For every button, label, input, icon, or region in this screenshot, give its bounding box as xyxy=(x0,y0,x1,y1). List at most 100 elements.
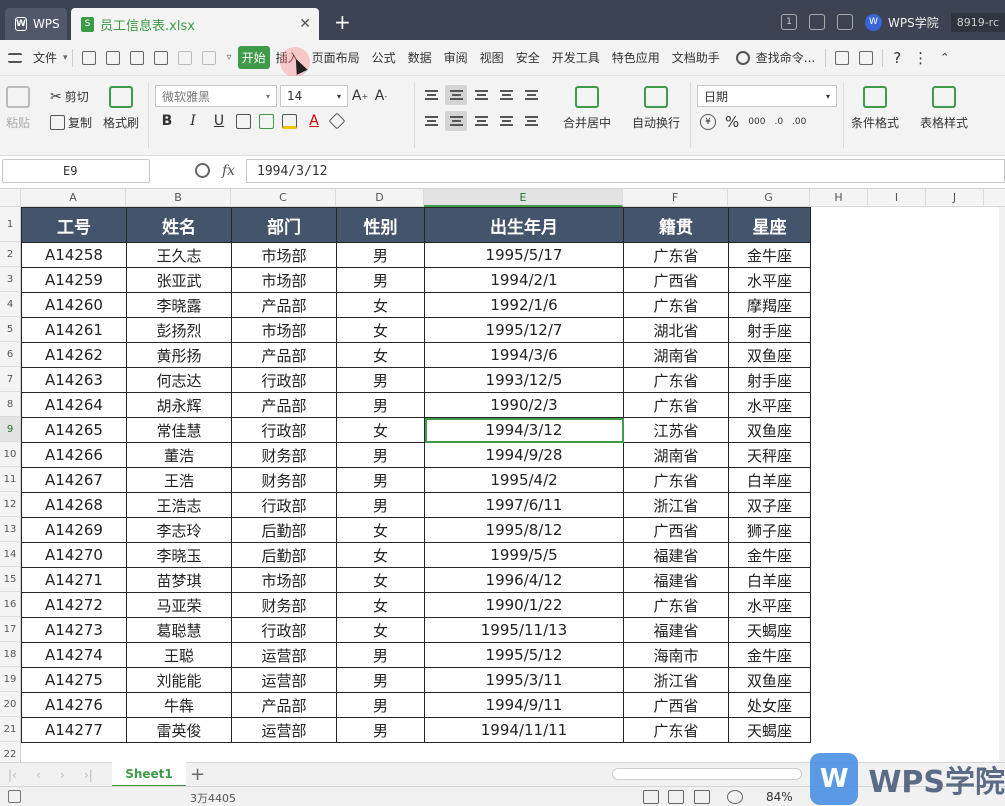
format-painter-button[interactable]: 格式刷 xyxy=(103,86,139,131)
table-cell[interactable]: 1994/11/11 xyxy=(424,717,624,743)
fill-style-icon[interactable] xyxy=(259,113,274,129)
row-header[interactable]: 13 xyxy=(0,517,21,542)
row-header[interactable]: 7 xyxy=(0,367,21,392)
row-header[interactable]: 1 xyxy=(0,207,21,242)
table-cell[interactable]: 1995/5/12 xyxy=(424,642,624,668)
table-cell[interactable]: 王浩志 xyxy=(126,492,232,518)
increase-font-icon[interactable]: A + xyxy=(351,87,369,105)
table-cell[interactable]: 产品部 xyxy=(231,292,337,318)
command-search[interactable]: 查找命令... xyxy=(750,49,821,66)
save-icon[interactable] xyxy=(81,50,96,65)
search-icon[interactable] xyxy=(735,50,750,65)
collapse-icon[interactable]: ⌃ xyxy=(934,51,955,64)
table-cell[interactable]: 产品部 xyxy=(231,392,337,418)
table-cell[interactable]: 常佳慧 xyxy=(126,417,232,443)
justify-icon[interactable] xyxy=(495,111,517,131)
table-cell[interactable]: 男 xyxy=(336,642,425,668)
table-cell[interactable]: 董浩 xyxy=(126,442,232,468)
sheet-tab[interactable]: Sheet1 xyxy=(112,762,186,787)
table-cell[interactable]: 福建省 xyxy=(623,567,729,593)
table-cell[interactable]: 浙江省 xyxy=(623,492,729,518)
table-cell[interactable]: 男 xyxy=(336,267,425,293)
table-cell[interactable]: 行政部 xyxy=(231,417,337,443)
table-cell[interactable]: 市场部 xyxy=(231,267,337,293)
table-cell[interactable]: 1999/5/5 xyxy=(424,542,624,568)
merge-center-button[interactable]: 合并居中 xyxy=(563,86,611,131)
page-break-view-icon[interactable] xyxy=(668,790,684,804)
table-cell[interactable]: A14269 xyxy=(21,517,127,543)
table-cell[interactable]: 广东省 xyxy=(623,292,729,318)
wps-academy-link[interactable]: W WPS学院 xyxy=(864,13,939,31)
wrap-text-button[interactable]: 自动换行 xyxy=(632,86,680,131)
row-header[interactable]: 3 xyxy=(0,267,21,292)
table-header-cell[interactable]: 性别 xyxy=(336,207,425,243)
table-cell[interactable]: 李晓玉 xyxy=(126,542,232,568)
table-cell[interactable]: 彭扬烈 xyxy=(126,317,232,343)
table-cell[interactable]: 行政部 xyxy=(231,617,337,643)
table-cell[interactable]: 广东省 xyxy=(623,467,729,493)
macro-icon[interactable] xyxy=(8,790,21,803)
table-cell[interactable]: 女 xyxy=(336,292,425,318)
column-header-d[interactable]: D xyxy=(336,189,424,207)
align-right-icon[interactable] xyxy=(470,111,492,131)
table-cell[interactable]: A14268 xyxy=(21,492,127,518)
menu-doc-assistant[interactable]: 文档助手 xyxy=(666,49,726,66)
table-cell[interactable]: 男 xyxy=(336,442,425,468)
table-cell[interactable]: 天蝎座 xyxy=(728,717,811,743)
reading-view-icon[interactable] xyxy=(694,790,710,804)
table-cell[interactable]: 女 xyxy=(336,342,425,368)
name-box[interactable]: E9 xyxy=(2,159,150,183)
table-cell[interactable]: 水平座 xyxy=(728,592,811,618)
table-cell[interactable]: 1993/12/5 xyxy=(424,367,624,393)
clear-format-icon[interactable] xyxy=(328,112,346,130)
table-cell[interactable]: 男 xyxy=(336,392,425,418)
table-cell[interactable]: 狮子座 xyxy=(728,517,811,543)
increase-decimal-icon[interactable]: .0 xyxy=(774,117,783,127)
table-cell[interactable]: 1997/6/11 xyxy=(424,492,624,518)
table-cell[interactable]: 1990/1/22 xyxy=(424,592,624,618)
table-cell[interactable]: 女 xyxy=(336,592,425,618)
font-size-select[interactable]: 14 ▾ xyxy=(280,85,348,107)
menu-file[interactable]: 文件 xyxy=(27,49,63,66)
fx-icon[interactable]: fx xyxy=(222,163,235,179)
menu-features[interactable]: 特色应用 xyxy=(606,49,666,66)
row-header[interactable]: 18 xyxy=(0,642,21,667)
formula-input[interactable]: 1994/3/12 xyxy=(246,159,1005,183)
borders-icon[interactable] xyxy=(236,113,251,129)
table-cell[interactable]: 男 xyxy=(336,492,425,518)
table-cell[interactable]: A14276 xyxy=(21,692,127,718)
table-cell[interactable]: 江苏省 xyxy=(623,417,729,443)
table-cell[interactable]: 广东省 xyxy=(623,242,729,268)
table-cell[interactable]: 白羊座 xyxy=(728,467,811,493)
redo-icon[interactable] xyxy=(201,50,216,65)
table-cell[interactable]: 男 xyxy=(336,692,425,718)
skin-icon[interactable] xyxy=(808,14,825,30)
table-cell[interactable]: 财务部 xyxy=(231,592,337,618)
row-header[interactable]: 11 xyxy=(0,467,21,492)
row-header[interactable]: 16 xyxy=(0,592,21,617)
table-cell[interactable]: 1990/2/3 xyxy=(424,392,624,418)
cut-button[interactable]: ✂ 剪切 xyxy=(50,88,89,105)
table-cell[interactable]: 李晓露 xyxy=(126,292,232,318)
table-cell[interactable]: 广东省 xyxy=(623,592,729,618)
table-cell[interactable]: 产品部 xyxy=(231,342,337,368)
close-tab-icon[interactable]: ✕ xyxy=(299,16,311,32)
align-center-icon[interactable] xyxy=(445,111,467,131)
column-header-g[interactable]: G xyxy=(728,189,810,207)
table-cell[interactable]: 1995/3/11 xyxy=(424,667,624,693)
table-cell[interactable]: A14261 xyxy=(21,317,127,343)
table-cell[interactable]: 1995/12/7 xyxy=(424,317,624,343)
table-cell[interactable]: 女 xyxy=(336,567,425,593)
table-cell[interactable]: A14264 xyxy=(21,392,127,418)
row-header[interactable]: 20 xyxy=(0,692,21,717)
row-header[interactable]: 4 xyxy=(0,292,21,317)
table-cell[interactable]: 双鱼座 xyxy=(728,417,811,443)
menu-data[interactable]: 数据 xyxy=(402,49,438,66)
table-cell[interactable]: 女 xyxy=(336,517,425,543)
table-style-button[interactable]: 表格样式 xyxy=(920,86,968,131)
table-cell[interactable]: 射手座 xyxy=(728,317,811,343)
column-header-c[interactable]: C xyxy=(231,189,336,207)
table-header-cell[interactable]: 籍贯 xyxy=(623,207,729,243)
row-header[interactable]: 15 xyxy=(0,567,21,592)
table-cell[interactable]: 双鱼座 xyxy=(728,342,811,368)
